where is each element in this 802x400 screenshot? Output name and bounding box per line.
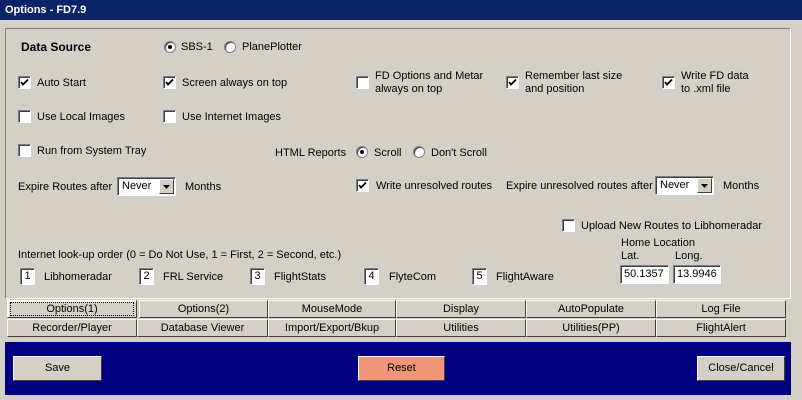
lookup-name-1: Libhomeradar — [44, 271, 112, 283]
lookup-order-input-4[interactable]: 4 — [364, 268, 379, 285]
check-icon — [358, 181, 367, 189]
expire-routes-select[interactable]: Never — [117, 177, 176, 196]
lookup-order-input-2[interactable]: 2 — [139, 268, 154, 285]
tab-options-2[interactable]: Options(2) — [139, 300, 268, 318]
run-system-tray-checkbox[interactable] — [18, 144, 31, 157]
check-icon — [165, 78, 174, 86]
lat-label: Lat. — [621, 250, 640, 262]
lookup-name-5: FlightAware — [496, 271, 554, 283]
use-internet-images-label: Use Internet Images — [182, 111, 282, 123]
write-unresolved-checkbox[interactable] — [356, 179, 369, 192]
expire-routes-label: Expire Routes after — [18, 181, 113, 193]
tab-import-export-bkup[interactable]: Import/Export/Bkup — [268, 319, 396, 337]
lookup-name-3: FlightStats — [274, 271, 326, 283]
remember-size-label-1: Remember last size — [525, 70, 623, 82]
tab-display[interactable]: Display — [396, 300, 526, 318]
expire-unresolved-value: Never — [660, 179, 690, 191]
write-xml-label-1: Write FD data — [681, 70, 749, 82]
tab-options-1[interactable]: Options(1) — [7, 300, 137, 318]
tab-database-viewer[interactable]: Database Viewer — [137, 319, 268, 337]
use-local-images-checkbox[interactable] — [18, 110, 31, 123]
options-window: Options - FD7.9 Data Source SBS-1 PlaneP… — [0, 0, 802, 400]
data-source-label: Data Source — [21, 40, 92, 54]
lookup-name-4: FlyteCom — [389, 271, 437, 283]
dropdown-button[interactable] — [697, 178, 712, 193]
screen-on-top-label: Screen always on top — [182, 77, 288, 89]
radio-sbs1-label: SBS-1 — [181, 41, 213, 53]
expire-unresolved-label: Expire unresolved routes after — [506, 180, 653, 192]
check-icon — [508, 78, 517, 86]
tab-log-file[interactable]: Log File — [656, 300, 786, 318]
use-local-images-label: Use Local Images — [37, 111, 126, 123]
chevron-down-icon — [163, 185, 170, 189]
run-system-tray-label: Run from System Tray — [37, 145, 147, 157]
html-reports-label: HTML Reports — [275, 147, 347, 159]
radio-scroll[interactable] — [356, 146, 368, 158]
radio-planeplotter[interactable] — [224, 41, 236, 53]
expire-unresolved-unit: Months — [723, 180, 760, 192]
lookup-order-input-3[interactable]: 3 — [250, 268, 265, 285]
fd-options-metar-label-2: always on top — [375, 83, 443, 95]
use-internet-images-checkbox[interactable] — [163, 110, 176, 123]
chevron-down-icon — [701, 184, 708, 188]
close-cancel-button[interactable]: Close/Cancel — [697, 356, 785, 381]
window-title: Options - FD7.9 — [5, 4, 87, 16]
tab-flightalert[interactable]: FlightAlert — [656, 319, 786, 337]
write-xml-checkbox[interactable] — [662, 76, 675, 89]
upload-routes-checkbox[interactable] — [562, 219, 575, 232]
expire-routes-unit: Months — [185, 181, 222, 193]
radio-dont-scroll[interactable] — [413, 146, 425, 158]
expire-routes-value: Never — [122, 180, 152, 192]
auto-start-label: Auto Start — [37, 77, 86, 89]
button-bar: Save Reset Close/Cancel — [5, 342, 791, 395]
lat-input[interactable]: 50.1357 — [620, 265, 669, 284]
check-icon — [664, 78, 673, 86]
remember-size-label-2: and position — [525, 83, 585, 95]
title-bar: Options - FD7.9 — [0, 0, 802, 20]
dropdown-button[interactable] — [159, 179, 174, 194]
fd-options-metar-label-1: FD Options and Metar — [375, 70, 484, 82]
lookup-order-label: Internet look-up order (0 = Do Not Use, … — [18, 249, 342, 261]
radio-sbs1[interactable] — [164, 41, 176, 53]
lookup-order-input-1[interactable]: 1 — [20, 268, 35, 285]
write-xml-label-2: to .xml file — [681, 83, 731, 95]
long-label: Long. — [675, 250, 703, 262]
lookup-order-input-5[interactable]: 5 — [472, 268, 487, 285]
auto-start-checkbox[interactable] — [18, 76, 31, 89]
fd-options-metar-checkbox[interactable] — [356, 76, 369, 89]
remember-size-checkbox[interactable] — [506, 76, 519, 89]
long-input[interactable]: 13.9946 — [673, 265, 721, 284]
lookup-name-2: FRL Service — [163, 271, 224, 283]
tab-mousemode[interactable]: MouseMode — [268, 300, 396, 318]
tab-utilities[interactable]: Utilities — [396, 319, 526, 337]
expire-unresolved-select[interactable]: Never — [655, 176, 714, 195]
home-location-label: Home Location — [621, 237, 695, 249]
tab-utilities-pp[interactable]: Utilities(PP) — [526, 319, 656, 337]
radio-planeplotter-label: PlanePlotter — [242, 41, 302, 53]
write-unresolved-label: Write unresolved routes — [376, 180, 492, 192]
tab-autopopulate[interactable]: AutoPopulate — [526, 300, 656, 318]
radio-scroll-label: Scroll — [374, 147, 402, 159]
radio-dont-scroll-label: Don't Scroll — [431, 147, 487, 159]
tab-recorder-player[interactable]: Recorder/Player — [7, 319, 137, 337]
screen-on-top-checkbox[interactable] — [163, 76, 176, 89]
save-button[interactable]: Save — [13, 356, 102, 381]
reset-button[interactable]: Reset — [358, 356, 445, 381]
upload-routes-label: Upload New Routes to Libhomeradar — [581, 220, 762, 232]
check-icon — [20, 78, 29, 86]
